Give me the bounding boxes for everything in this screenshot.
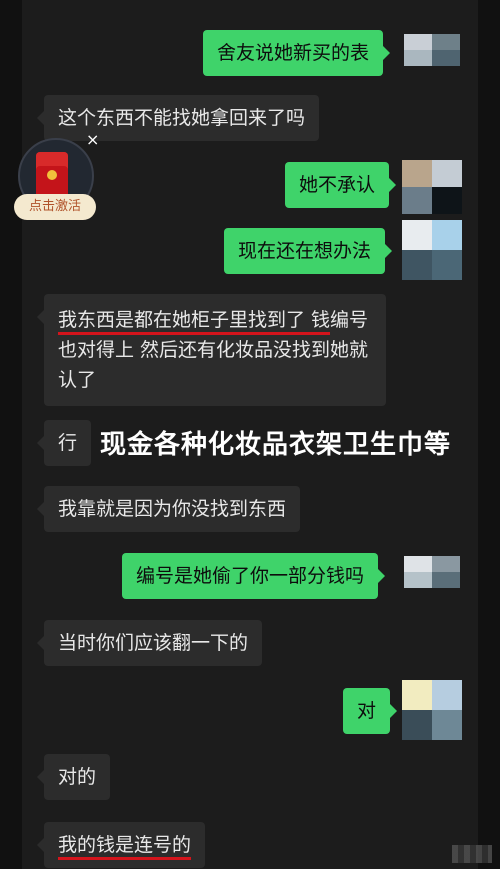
watermark <box>452 845 492 863</box>
red-envelope-icon <box>36 152 68 198</box>
message-sent[interactable]: 舍友说她新买的表 <box>203 30 391 76</box>
message-received[interactable]: 我靠就是因为你没找到东西 <box>36 486 301 532</box>
overlay-caption: 现金各种化妆品衣架卫生巾等 <box>100 430 452 460</box>
message-sent[interactable]: 编号是她偷了你一部分钱吗 <box>122 553 386 599</box>
user-avatar[interactable] <box>402 160 462 214</box>
message-received[interactable]: 我的钱是连号的 <box>36 822 206 868</box>
message-sent[interactable]: 她不承认 <box>285 162 397 208</box>
promo-activate-label[interactable]: 点击激活 <box>14 194 96 220</box>
underlined-text: 我的钱是连号的 <box>58 834 192 860</box>
message-received[interactable]: 我东西是都在她柜子里找到了 钱编号也对得上 然后还有化妆品没找到她就认了 <box>37 294 386 406</box>
user-avatar[interactable] <box>402 220 462 280</box>
user-avatar[interactable] <box>402 680 462 740</box>
user-avatar[interactable] <box>404 556 460 588</box>
message-received[interactable]: 对的 <box>36 754 111 800</box>
message-sent[interactable]: 对 <box>343 688 398 734</box>
user-avatar[interactable] <box>404 34 460 66</box>
red-envelope-promo[interactable]: 点击激活 <box>14 138 96 226</box>
message-received[interactable]: 当时你们应该翻一下的 <box>36 620 263 666</box>
message-received[interactable]: 行 <box>36 420 92 466</box>
underlined-text: 我东西是都在她柜子里找到了 钱 <box>58 309 331 335</box>
message-sent[interactable]: 现在还在想办法 <box>224 228 393 274</box>
close-icon[interactable]: × <box>86 130 99 149</box>
